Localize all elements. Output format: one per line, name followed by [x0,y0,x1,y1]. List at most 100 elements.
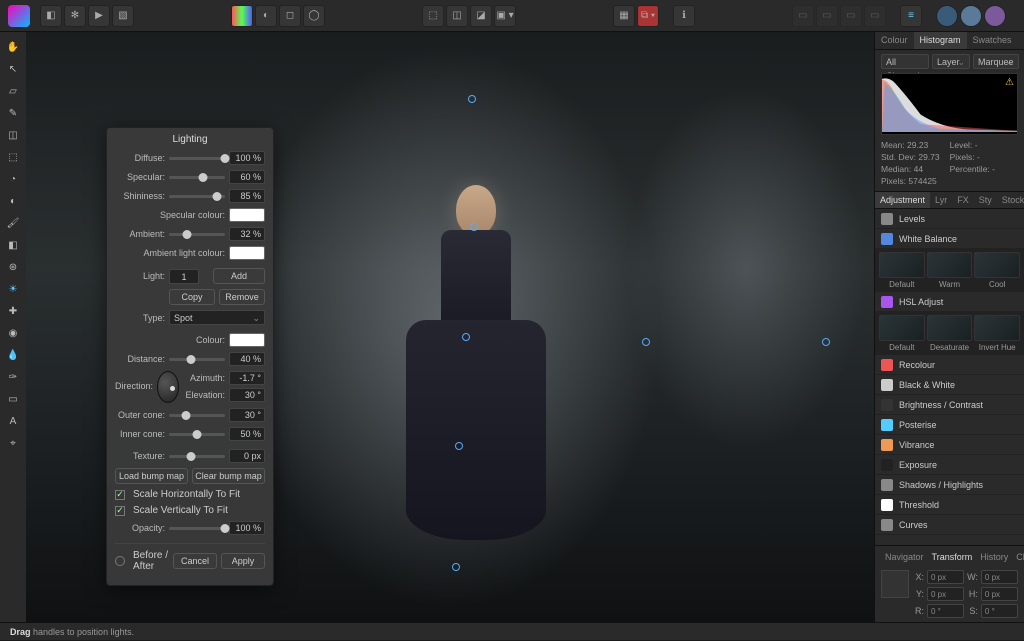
inner-cone-slider[interactable] [169,433,225,436]
deselect-icon[interactable]: ◫ [446,5,468,27]
tab-layers[interactable]: Lyr [930,192,952,208]
clone-tool-icon[interactable]: ⊛ [4,258,22,276]
preset-thumb[interactable]: Desaturate [927,315,973,352]
adjustment-item[interactable]: Exposure [875,455,1024,475]
dodge-tool-icon[interactable]: ◉ [4,324,22,342]
erase-tool-icon[interactable]: ◧ [4,236,22,254]
adjustment-item[interactable]: White Balance [875,229,1024,249]
preset-thumb[interactable]: Default [879,315,925,352]
scale-h-checkbox[interactable]: ✓ [115,490,125,500]
tab-navigator[interactable]: Navigator [881,550,928,566]
adjustment-item[interactable]: Curves [875,515,1024,535]
assistant-icon[interactable]: ℹ [673,5,695,27]
light-node[interactable] [642,338,650,346]
direction-pad[interactable] [157,371,179,403]
quickmask-icon[interactable]: ▣ ▾ [494,5,516,27]
light-node[interactable] [462,333,470,341]
tab-histogram[interactable]: Histogram [914,32,967,49]
heal-tool-icon[interactable]: ✚ [4,302,22,320]
adjustment-item[interactable]: Posterise [875,415,1024,435]
tab-stock[interactable]: Stock [997,192,1024,208]
anchor-widget[interactable] [881,570,909,598]
diffuse-value[interactable]: 100 % [229,151,265,165]
y-field[interactable]: 0 px [927,587,964,601]
colour-swatch[interactable] [229,333,265,347]
circle-select-icon[interactable]: ◯ [303,5,325,27]
blur-tool-icon[interactable]: 💧 [4,346,22,364]
blob2-icon[interactable] [960,5,982,27]
preset-thumb[interactable]: Cool [974,252,1020,289]
adjustment-item[interactable]: Threshold [875,495,1024,515]
r-field[interactable]: 0 ° [927,604,964,618]
ambient-colour-swatch[interactable] [229,246,265,260]
align-icon[interactable]: ≡ [900,5,922,27]
crop-tool-icon[interactable]: ▱ [4,82,22,100]
light-node[interactable] [468,95,476,103]
tab-channels[interactable]: Channels [1012,550,1024,566]
clear-bump-button[interactable]: Clear bump map [192,468,265,484]
tab-adjustment[interactable]: Adjustment [875,192,930,208]
flood-tool-icon[interactable]: ◔ [4,170,22,188]
adjustment-item[interactable]: Brightness / Contrast [875,395,1024,415]
tab-styles[interactable]: Sty [974,192,997,208]
blob1-icon[interactable] [936,5,958,27]
light-number[interactable]: 1 [169,269,199,284]
tab-transform[interactable]: Transform [928,550,977,566]
tab-history[interactable]: History [976,550,1012,566]
preset-thumb[interactable]: Invert Hue [974,315,1020,352]
settings-icon[interactable]: ✻ [64,5,86,27]
w-field[interactable]: 0 px [981,570,1018,584]
apply-button[interactable]: Apply [221,553,265,569]
move-tool-icon[interactable]: ↖ [4,60,22,78]
h-field[interactable]: 0 px [981,587,1018,601]
adjustment-item[interactable]: HSL Adjust [875,292,1024,312]
light-node[interactable] [470,223,478,231]
brush-tool-icon[interactable]: ✎ [4,104,22,122]
hand-tool-icon[interactable]: ✋ [4,38,22,56]
add-button[interactable]: Add [213,268,265,284]
marquee-select[interactable]: Marquee [973,54,1019,69]
paint-tool-icon[interactable]: 🖌 [4,214,22,232]
before-after-toggle[interactable] [115,556,125,566]
tab-swatches[interactable]: Swatches [967,32,1018,49]
lighting-tool-icon[interactable]: ☀ [4,280,22,298]
tab-colour[interactable]: Colour [875,32,914,49]
tab-brushes[interactable]: Brushes [1018,32,1024,49]
shape-tool-icon[interactable]: ▭ [4,390,22,408]
export-icon[interactable]: ▧ [112,5,134,27]
text-tool-icon[interactable]: A [4,412,22,430]
x-field[interactable]: 0 px [927,570,964,584]
specular-colour-swatch[interactable] [229,208,265,222]
preset-thumb[interactable]: Warm [927,252,973,289]
adjustment-item[interactable]: Shadows / Highlights [875,475,1024,495]
gradient-tool-icon[interactable]: ◐ [4,192,22,210]
marquee-icon[interactable]: ⬚ [422,5,444,27]
opacity-slider[interactable] [169,527,225,530]
diffuse-slider[interactable] [169,157,225,160]
rainbow-icon[interactable] [231,5,253,27]
s-field[interactable]: 0 ° [981,604,1018,618]
shininess-slider[interactable] [169,195,225,198]
texture-slider[interactable] [169,455,225,458]
adjustment-item[interactable]: Recolour [875,355,1024,375]
copy-button[interactable]: Copy [169,289,215,305]
marquee-tool-icon[interactable]: ⬚ [4,148,22,166]
scale-v-checkbox[interactable]: ✓ [115,506,125,516]
outer-cone-slider[interactable] [169,414,225,417]
tab-fx[interactable]: FX [952,192,974,208]
adjustment-item[interactable]: Levels [875,209,1024,229]
preset-thumb[interactable]: Default [879,252,925,289]
pen-tool-icon[interactable]: ✑ [4,368,22,386]
light-node[interactable] [452,563,460,571]
adjustment-item[interactable]: Vibrance [875,435,1024,455]
grid-icon[interactable]: ▦ [613,5,635,27]
persona-icon[interactable]: ◧ [40,5,62,27]
type-select[interactable]: Spot [169,310,265,325]
ambient-slider[interactable] [169,233,225,236]
distance-slider[interactable] [169,358,225,361]
specular-slider[interactable] [169,176,225,179]
light-origin-node[interactable] [822,338,830,346]
invert-sel-icon[interactable]: ◪ [470,5,492,27]
light-node[interactable] [455,442,463,450]
load-bump-button[interactable]: Load bump map [115,468,188,484]
